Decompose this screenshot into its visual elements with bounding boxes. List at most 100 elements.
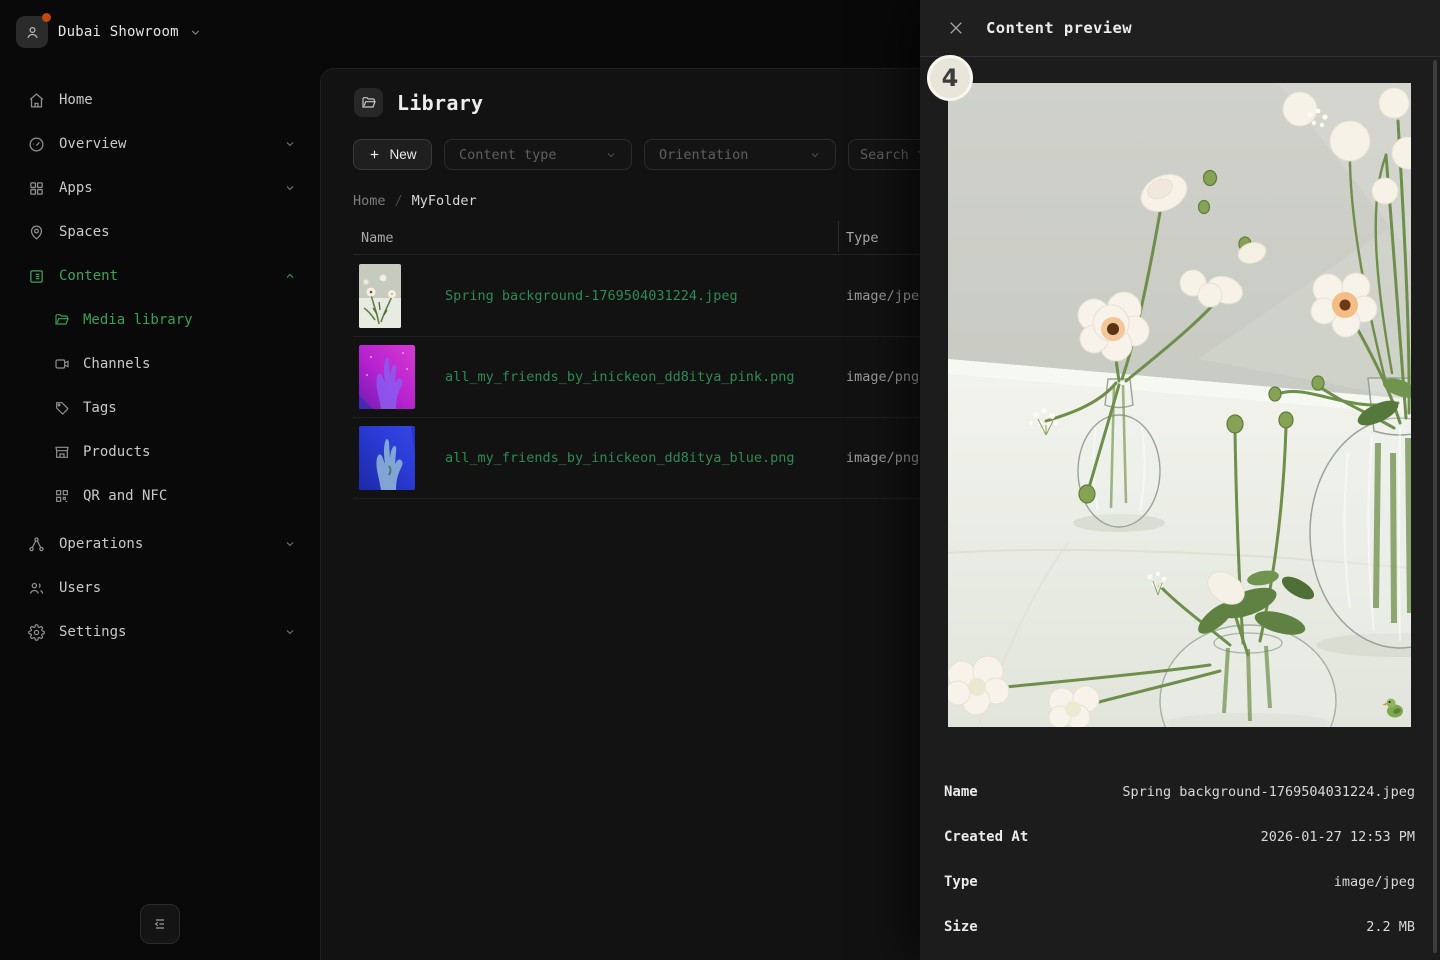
chevron-up-icon [284,270,296,282]
new-button[interactable]: New [353,139,432,170]
sidebar-item-tags[interactable]: Tags [0,386,320,430]
users-icon [28,580,45,597]
file-type: image/png [846,369,919,385]
meta-row-name: Name Spring background-1769504031224.jpe… [944,784,1415,802]
breadcrumb: Home / MyFolder [353,193,477,209]
thumbnail-blue-hand-art [359,426,415,490]
sidebar-item-label: Home [59,92,93,108]
sidebar-item-content[interactable]: Content [0,254,320,298]
plus-icon [368,148,381,161]
meta-value: image/jpeg [1334,874,1415,890]
close-icon[interactable] [947,19,965,37]
chevron-down-icon [809,149,821,161]
video-icon [54,356,70,372]
meta-label: Type [944,874,978,890]
meta-row-size: Size 2.2 MB [944,919,1415,937]
orientation-filter[interactable]: Orientation [644,139,836,170]
column-header-type: Type [846,230,879,246]
list-icon [28,268,45,285]
column-header-name: Name [361,230,394,246]
annotation-badge: 4 [927,55,973,101]
chevron-down-icon [284,626,296,638]
sidebar-item-spaces[interactable]: Spaces [0,210,320,254]
sidebar-item-apps[interactable]: Apps [0,166,320,210]
content-preview-panel: Content preview 4 [920,0,1440,960]
gauge-icon [28,136,45,153]
gear-icon [28,624,45,641]
sidebar-item-label: Overview [59,136,126,152]
breadcrumb-separator: / [395,193,403,209]
sidebar-item-operations[interactable]: Operations [0,522,320,566]
thumbnail-pink-hand-art [359,345,415,409]
meta-value: 2026-01-27 12:53 PM [1261,829,1415,845]
sidebar-item-label: Operations [59,536,143,552]
sidebar-item-label: Users [59,580,101,596]
sidebar-nav: Home Overview Apps Spaces Content [0,78,320,654]
home-icon [28,92,45,109]
meta-row-type: Type image/jpeg [944,874,1415,892]
meta-label: Name [944,784,978,800]
library-header: Library [354,88,483,117]
file-type: image/png [846,450,919,466]
sidebar-item-qr-and-nfc[interactable]: QR and NFC [0,474,320,518]
sidebar-item-channels[interactable]: Channels [0,342,320,386]
workspace-switcher[interactable]: Dubai Showroom [16,14,202,50]
file-type: image/jpeg [846,288,927,304]
sidebar-item-label: Tags [83,400,117,416]
preview-title: Content preview [986,19,1132,37]
sidebar: Dubai Showroom Home Overview Apps [0,0,320,960]
file-name-link[interactable]: Spring background-1769504031224.jpeg [445,288,738,304]
file-name-link[interactable]: all_my_friends_by_inickeon_dd8itya_pink.… [445,369,795,385]
qr-icon [54,488,70,504]
chevron-down-icon [284,138,296,150]
meta-label: Size [944,919,978,935]
sidebar-item-overview[interactable]: Overview [0,122,320,166]
workspace-name: Dubai Showroom [58,24,179,40]
column-divider [838,221,839,252]
sidebar-item-label: Content [59,268,118,284]
chevron-down-icon [189,26,202,39]
workspace-avatar [16,16,48,48]
chevron-down-icon [284,182,296,194]
notification-dot [42,13,51,22]
collapse-sidebar-button[interactable] [140,904,180,944]
thumbnail-flowers-photo [359,264,401,328]
file-name-link[interactable]: all_my_friends_by_inickeon_dd8itya_blue.… [445,450,795,466]
grid-icon [28,180,45,197]
metadata-list: Name Spring background-1769504031224.jpe… [944,784,1415,960]
store-icon [54,444,70,460]
folder-open-icon [54,312,70,328]
sidebar-item-label: Products [83,444,150,460]
chevron-down-icon [284,538,296,550]
sidebar-item-label: QR and NFC [83,488,167,504]
map-pin-icon [28,224,45,241]
preview-header: Content preview [920,0,1440,57]
panel-scrollbar[interactable] [1433,60,1437,953]
sidebar-item-label: Settings [59,624,126,640]
sidebar-item-users[interactable]: Users [0,566,320,610]
breadcrumb-home[interactable]: Home [353,193,386,209]
sidebar-item-media-library[interactable]: Media library [0,298,320,342]
content-type-filter[interactable]: Content type [444,139,632,170]
tag-icon [54,400,70,416]
chevron-down-icon [605,149,617,161]
sidebar-item-label: Media library [83,312,193,328]
breadcrumb-current: MyFolder [412,193,477,209]
sidebar-item-products[interactable]: Products [0,430,320,474]
sidebar-item-settings[interactable]: Settings [0,610,320,654]
sidebar-item-label: Apps [59,180,93,196]
app-window: Dubai Showroom Home Overview Apps [0,0,1440,960]
meta-value: 2.2 MB [1366,919,1415,935]
sidebar-item-home[interactable]: Home [0,78,320,122]
folder-open-icon [354,88,383,117]
sidebar-item-label: Channels [83,356,150,372]
preview-image [948,83,1411,727]
collapse-sidebar-icon [152,916,168,932]
meta-label: Created At [944,829,1028,845]
sidebar-item-label: Spaces [59,224,110,240]
content-subnav: Media library Channels Tags Products QR … [0,298,320,518]
meta-value: Spring background-1769504031224.jpeg [1122,784,1415,800]
meta-row-created-at: Created At 2026-01-27 12:53 PM [944,829,1415,847]
person-icon [24,24,41,41]
page-title: Library [397,91,483,115]
